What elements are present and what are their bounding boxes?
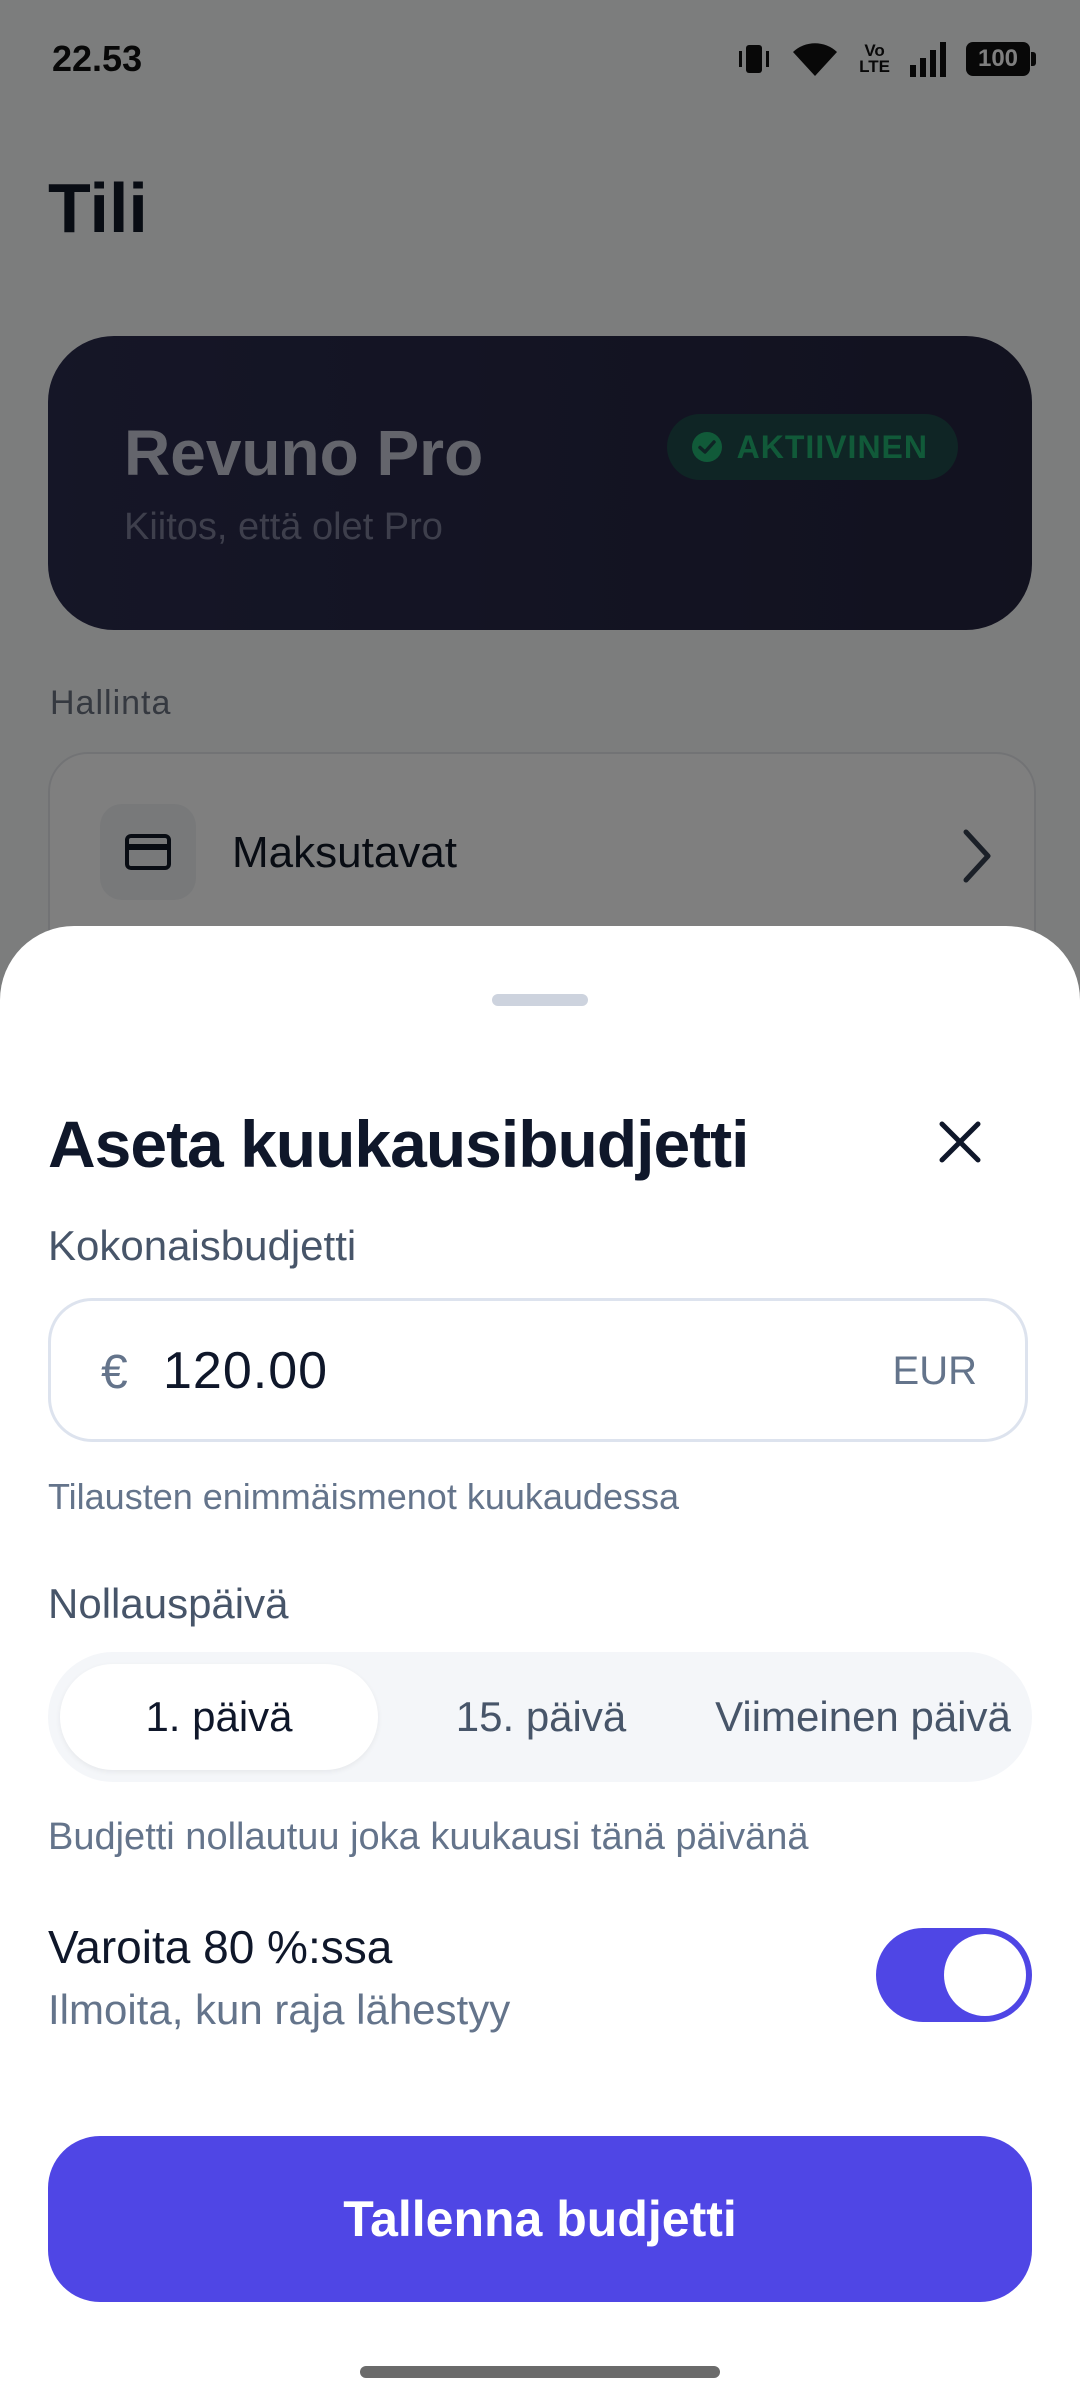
currency-code: EUR	[892, 1349, 977, 1393]
reset-option-last[interactable]: Viimeinen päivä	[704, 1664, 1022, 1770]
toggle-knob	[944, 1934, 1026, 2016]
reset-day-selector: 1. päivä 15. päivä Viimeinen päivä	[48, 1652, 1032, 1782]
amount-value: 120.00	[163, 1342, 329, 1400]
total-budget-helper: Tilausten enimmäismenot kuukaudessa	[48, 1476, 679, 1517]
home-indicator[interactable]	[360, 2366, 720, 2378]
close-button[interactable]	[920, 1102, 1000, 1182]
sheet-title: Aseta kuukausibudjetti	[48, 1107, 749, 1181]
reset-option-15th[interactable]: 15. päivä	[382, 1664, 700, 1770]
drag-handle[interactable]	[492, 994, 588, 1006]
alert-title: Varoita 80 %:ssa	[48, 1921, 393, 1973]
reset-day-helper: Budjetti nollautuu joka kuukausi tänä pä…	[48, 1816, 809, 1858]
save-budget-button[interactable]: Tallenna budjetti	[48, 2136, 1032, 2302]
budget-amount-input[interactable]: € 120.00 EUR	[48, 1298, 1028, 1442]
reset-option-1st[interactable]: 1. päivä	[60, 1664, 378, 1770]
budget-bottom-sheet: Aseta kuukausibudjetti Kokonaisbudjetti …	[0, 926, 1080, 2400]
close-icon	[939, 1121, 981, 1163]
alert-toggle[interactable]	[876, 1928, 1032, 2022]
total-budget-label: Kokonaisbudjetti	[48, 1222, 357, 1269]
reset-day-label: Nollauspäivä	[48, 1580, 289, 1627]
currency-symbol: €	[101, 1346, 128, 1399]
alert-subtitle: Ilmoita, kun raja lähestyy	[48, 1986, 511, 2033]
